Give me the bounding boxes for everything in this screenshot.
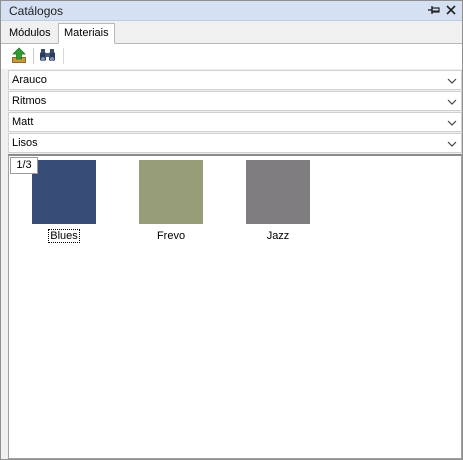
material-swatch[interactable] bbox=[246, 160, 310, 224]
toolbar bbox=[1, 44, 462, 69]
tab-materiais[interactable]: Materiais bbox=[58, 23, 115, 44]
upload-green-arrow-icon[interactable] bbox=[10, 47, 30, 65]
dropdown-value: Arauco bbox=[12, 74, 47, 86]
panel-title: Catálogos bbox=[9, 4, 64, 18]
close-icon[interactable] bbox=[444, 3, 458, 17]
tab-strip: Módulos Materiais bbox=[1, 22, 462, 44]
material-label: Jazz bbox=[266, 230, 290, 242]
material-label: Blues bbox=[48, 229, 80, 243]
chevron-down-icon bbox=[447, 139, 457, 151]
toolbar-separator bbox=[33, 48, 34, 64]
material-swatch[interactable] bbox=[32, 160, 96, 224]
chevron-down-icon bbox=[447, 97, 457, 109]
filter-dropdown-brand[interactable]: Arauco bbox=[8, 70, 462, 90]
catalog-panel: Catálogos Módulos Materiais Arauco Ritmo… bbox=[0, 0, 463, 460]
filter-dropdown-collection[interactable]: Ritmos bbox=[8, 91, 462, 111]
material-gallery[interactable]: 1/3 Blues Frevo Jazz bbox=[8, 154, 462, 459]
chevron-down-icon bbox=[447, 76, 457, 88]
titlebar-buttons bbox=[427, 3, 458, 17]
toolbar-grip bbox=[63, 48, 64, 64]
tab-modulos[interactable]: Módulos bbox=[4, 24, 56, 44]
panel-titlebar[interactable]: Catálogos bbox=[1, 1, 462, 21]
dropdown-value: Lisos bbox=[12, 137, 38, 149]
page-indicator: 1/3 bbox=[10, 157, 38, 174]
material-swatch[interactable] bbox=[139, 160, 203, 224]
pin-icon[interactable] bbox=[427, 3, 441, 17]
dropdown-value: Ritmos bbox=[12, 95, 47, 107]
dropdown-value: Matt bbox=[12, 116, 34, 128]
binoculars-icon[interactable] bbox=[38, 47, 58, 65]
tab-label: Módulos bbox=[9, 27, 51, 39]
chevron-down-icon bbox=[447, 118, 457, 130]
material-label: Frevo bbox=[156, 230, 186, 242]
tab-label: Materiais bbox=[64, 27, 109, 39]
filter-dropdown-pattern[interactable]: Lisos bbox=[8, 133, 462, 153]
filter-dropdown-finish[interactable]: Matt bbox=[8, 112, 462, 132]
